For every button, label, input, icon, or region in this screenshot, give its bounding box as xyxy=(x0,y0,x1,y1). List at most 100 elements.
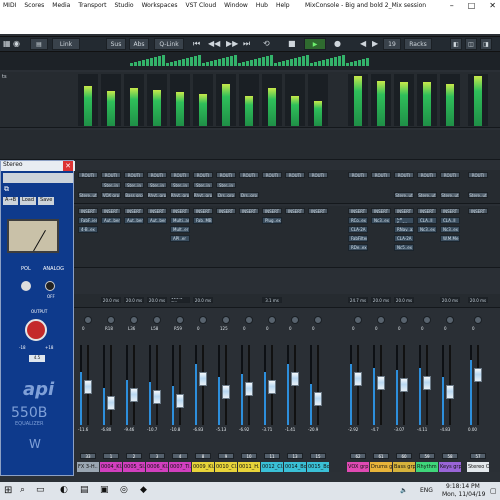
delay-value[interactable]: 20.0 ms xyxy=(468,297,488,303)
insert-slot[interactable]: W.M.Me xyxy=(440,235,460,242)
delay-value[interactable]: 3.1 ms xyxy=(262,297,282,303)
delay-value[interactable]: 20.0 ms xyxy=(394,297,414,303)
menu-hub[interactable]: Hub xyxy=(256,2,268,14)
channel-name[interactable]: 0015_Bo.. xyxy=(307,462,329,472)
routing-output[interactable]: Drs..grp xyxy=(216,192,236,198)
abs-button[interactable]: Abs xyxy=(129,38,149,50)
channel-name[interactable]: Stereo O.. xyxy=(467,462,489,472)
fader-handle[interactable] xyxy=(400,378,408,392)
eye-icon[interactable]: ◉ xyxy=(13,39,20,48)
menu-workspaces[interactable]: Workspaces xyxy=(142,2,178,14)
channel-number[interactable]: 3 xyxy=(149,453,165,459)
pan-knob[interactable] xyxy=(423,316,431,324)
channel-number[interactable]: 1 xyxy=(103,453,119,459)
menu-transport[interactable]: Transport xyxy=(78,2,106,14)
q-link-button[interactable]: Q-Link xyxy=(154,38,184,50)
sus-button[interactable]: Sus xyxy=(106,38,126,50)
output-knob[interactable] xyxy=(25,319,47,341)
fader-handle[interactable] xyxy=(268,380,276,394)
pan-knob[interactable] xyxy=(176,316,184,324)
save-button[interactable]: Save xyxy=(38,197,55,205)
insert-slot[interactable]: Nc3..ex xyxy=(371,217,391,224)
fader-handle[interactable] xyxy=(222,385,230,399)
delay-value[interactable]: 20.0 ms xyxy=(124,297,144,303)
pan-knob[interactable] xyxy=(107,316,115,324)
fader-handle[interactable] xyxy=(314,392,322,406)
channel-name[interactable]: 0010_Cl.. xyxy=(215,462,237,472)
fader-handle[interactable] xyxy=(107,396,115,410)
channel-number[interactable]: 10 xyxy=(241,453,257,459)
insert-slot[interactable]: Nc3..ex xyxy=(417,226,437,233)
routing-output[interactable]: Stere..ut xyxy=(440,192,460,198)
channel-number[interactable]: 11 xyxy=(264,453,280,459)
routing-output[interactable]: Stere..ut xyxy=(468,192,488,198)
minimize-icon[interactable]: – xyxy=(450,1,454,10)
channel-number[interactable]: 60 xyxy=(396,453,412,459)
delay-value[interactable]: 20.0 ms xyxy=(371,297,391,303)
browser-icon[interactable]: ◐ xyxy=(60,485,68,495)
insert-slot[interactable]: CLA..ll xyxy=(440,217,460,224)
channel-page-field[interactable]: 19 xyxy=(383,38,401,50)
channel-name[interactable]: 0004_Kl.. xyxy=(100,462,122,472)
close-icon[interactable]: ✕ xyxy=(63,161,73,171)
delay-value[interactable]: 20.0 ms xyxy=(147,297,167,303)
insert-slot[interactable]: Fab..MB xyxy=(193,217,213,224)
go-to-start-icon[interactable]: ⏮ xyxy=(193,39,200,49)
menu-help[interactable]: Help xyxy=(276,2,290,14)
insert-slot[interactable]: Aut..ber xyxy=(147,217,167,224)
delay-value[interactable]: 20.0 ms xyxy=(101,297,121,303)
pan-knob[interactable] xyxy=(245,316,253,324)
next-channels-icon[interactable]: ▶ xyxy=(372,39,378,48)
routing-output[interactable]: Rhyt..grp xyxy=(193,192,213,198)
pan-knob[interactable] xyxy=(84,316,92,324)
insert-slot[interactable]: Plug..ex xyxy=(262,217,282,224)
insert-slot[interactable]: FabFilter xyxy=(348,235,368,242)
fader-handle[interactable] xyxy=(377,376,385,390)
routing-output[interactable]: Stere..ut xyxy=(394,192,414,198)
routing-input[interactable]: Ster..in xyxy=(193,182,213,188)
channel-name[interactable]: Bass grp xyxy=(393,462,415,472)
insert-slot[interactable]: FabF..ier xyxy=(78,217,98,224)
channel-name[interactable]: VOX grp xyxy=(347,462,369,472)
polarity-switch[interactable] xyxy=(21,281,31,291)
channel-name[interactable]: Rhythm xyxy=(416,462,438,472)
rewind-icon[interactable]: ◀◀ xyxy=(208,39,220,48)
insert-slot[interactable]: CLA-2A xyxy=(394,235,414,242)
pan-knob[interactable] xyxy=(354,316,362,324)
menu-midi[interactable]: MIDI xyxy=(3,2,16,14)
ab-compare-button[interactable]: A→B xyxy=(3,197,19,205)
channel-number[interactable]: 61 xyxy=(373,453,389,459)
fader-handle[interactable] xyxy=(153,390,161,404)
channel-name[interactable]: Keys grp xyxy=(439,462,461,472)
grid-icon[interactable]: ▤ xyxy=(30,38,48,50)
menu-studio[interactable]: Studio xyxy=(114,2,133,14)
insert-slot[interactable]: 4-B..ex xyxy=(78,226,98,233)
menu-media[interactable]: Media xyxy=(52,2,70,14)
insert-slot[interactable]: RNav..ax xyxy=(394,226,414,233)
insert-slot[interactable]: RCo..ex xyxy=(348,217,368,224)
volume-icon[interactable]: 🔈 xyxy=(400,487,407,494)
folder-icon[interactable]: ▤ xyxy=(80,485,89,495)
fader-handle[interactable] xyxy=(291,372,299,386)
pan-knob[interactable] xyxy=(377,316,385,324)
app-icon[interactable]: ◆ xyxy=(140,485,147,495)
channel-number[interactable]: 2 xyxy=(126,453,142,459)
menu-scores[interactable]: Scores xyxy=(24,2,44,14)
fader-handle[interactable] xyxy=(84,380,92,394)
window-layout-icon[interactable]: ▦ xyxy=(3,39,11,48)
channel-number[interactable]: 59 xyxy=(419,453,435,459)
output-value[interactable]: 4.5 xyxy=(29,355,45,362)
channel-name[interactable]: 0006_Kl.. xyxy=(146,462,168,472)
maximize-icon[interactable]: □ xyxy=(468,1,476,10)
channel-number[interactable]: 4 xyxy=(172,453,188,459)
language-indicator[interactable]: ENG xyxy=(420,487,433,494)
channel-number[interactable]: 15 xyxy=(310,453,326,459)
store-icon[interactable]: ▣ xyxy=(100,485,109,495)
fast-forward-icon[interactable]: ▶▶ xyxy=(226,39,238,48)
insert-slot[interactable]: RDe..ex xyxy=(348,244,368,251)
record-icon[interactable]: ● xyxy=(334,39,341,48)
routing-output[interactable]: VOX grp xyxy=(101,192,121,198)
routing-input[interactable]: Ster..in xyxy=(170,182,190,188)
channel-number[interactable]: 58 xyxy=(442,453,458,459)
chrome-icon[interactable]: ◎ xyxy=(120,485,128,495)
